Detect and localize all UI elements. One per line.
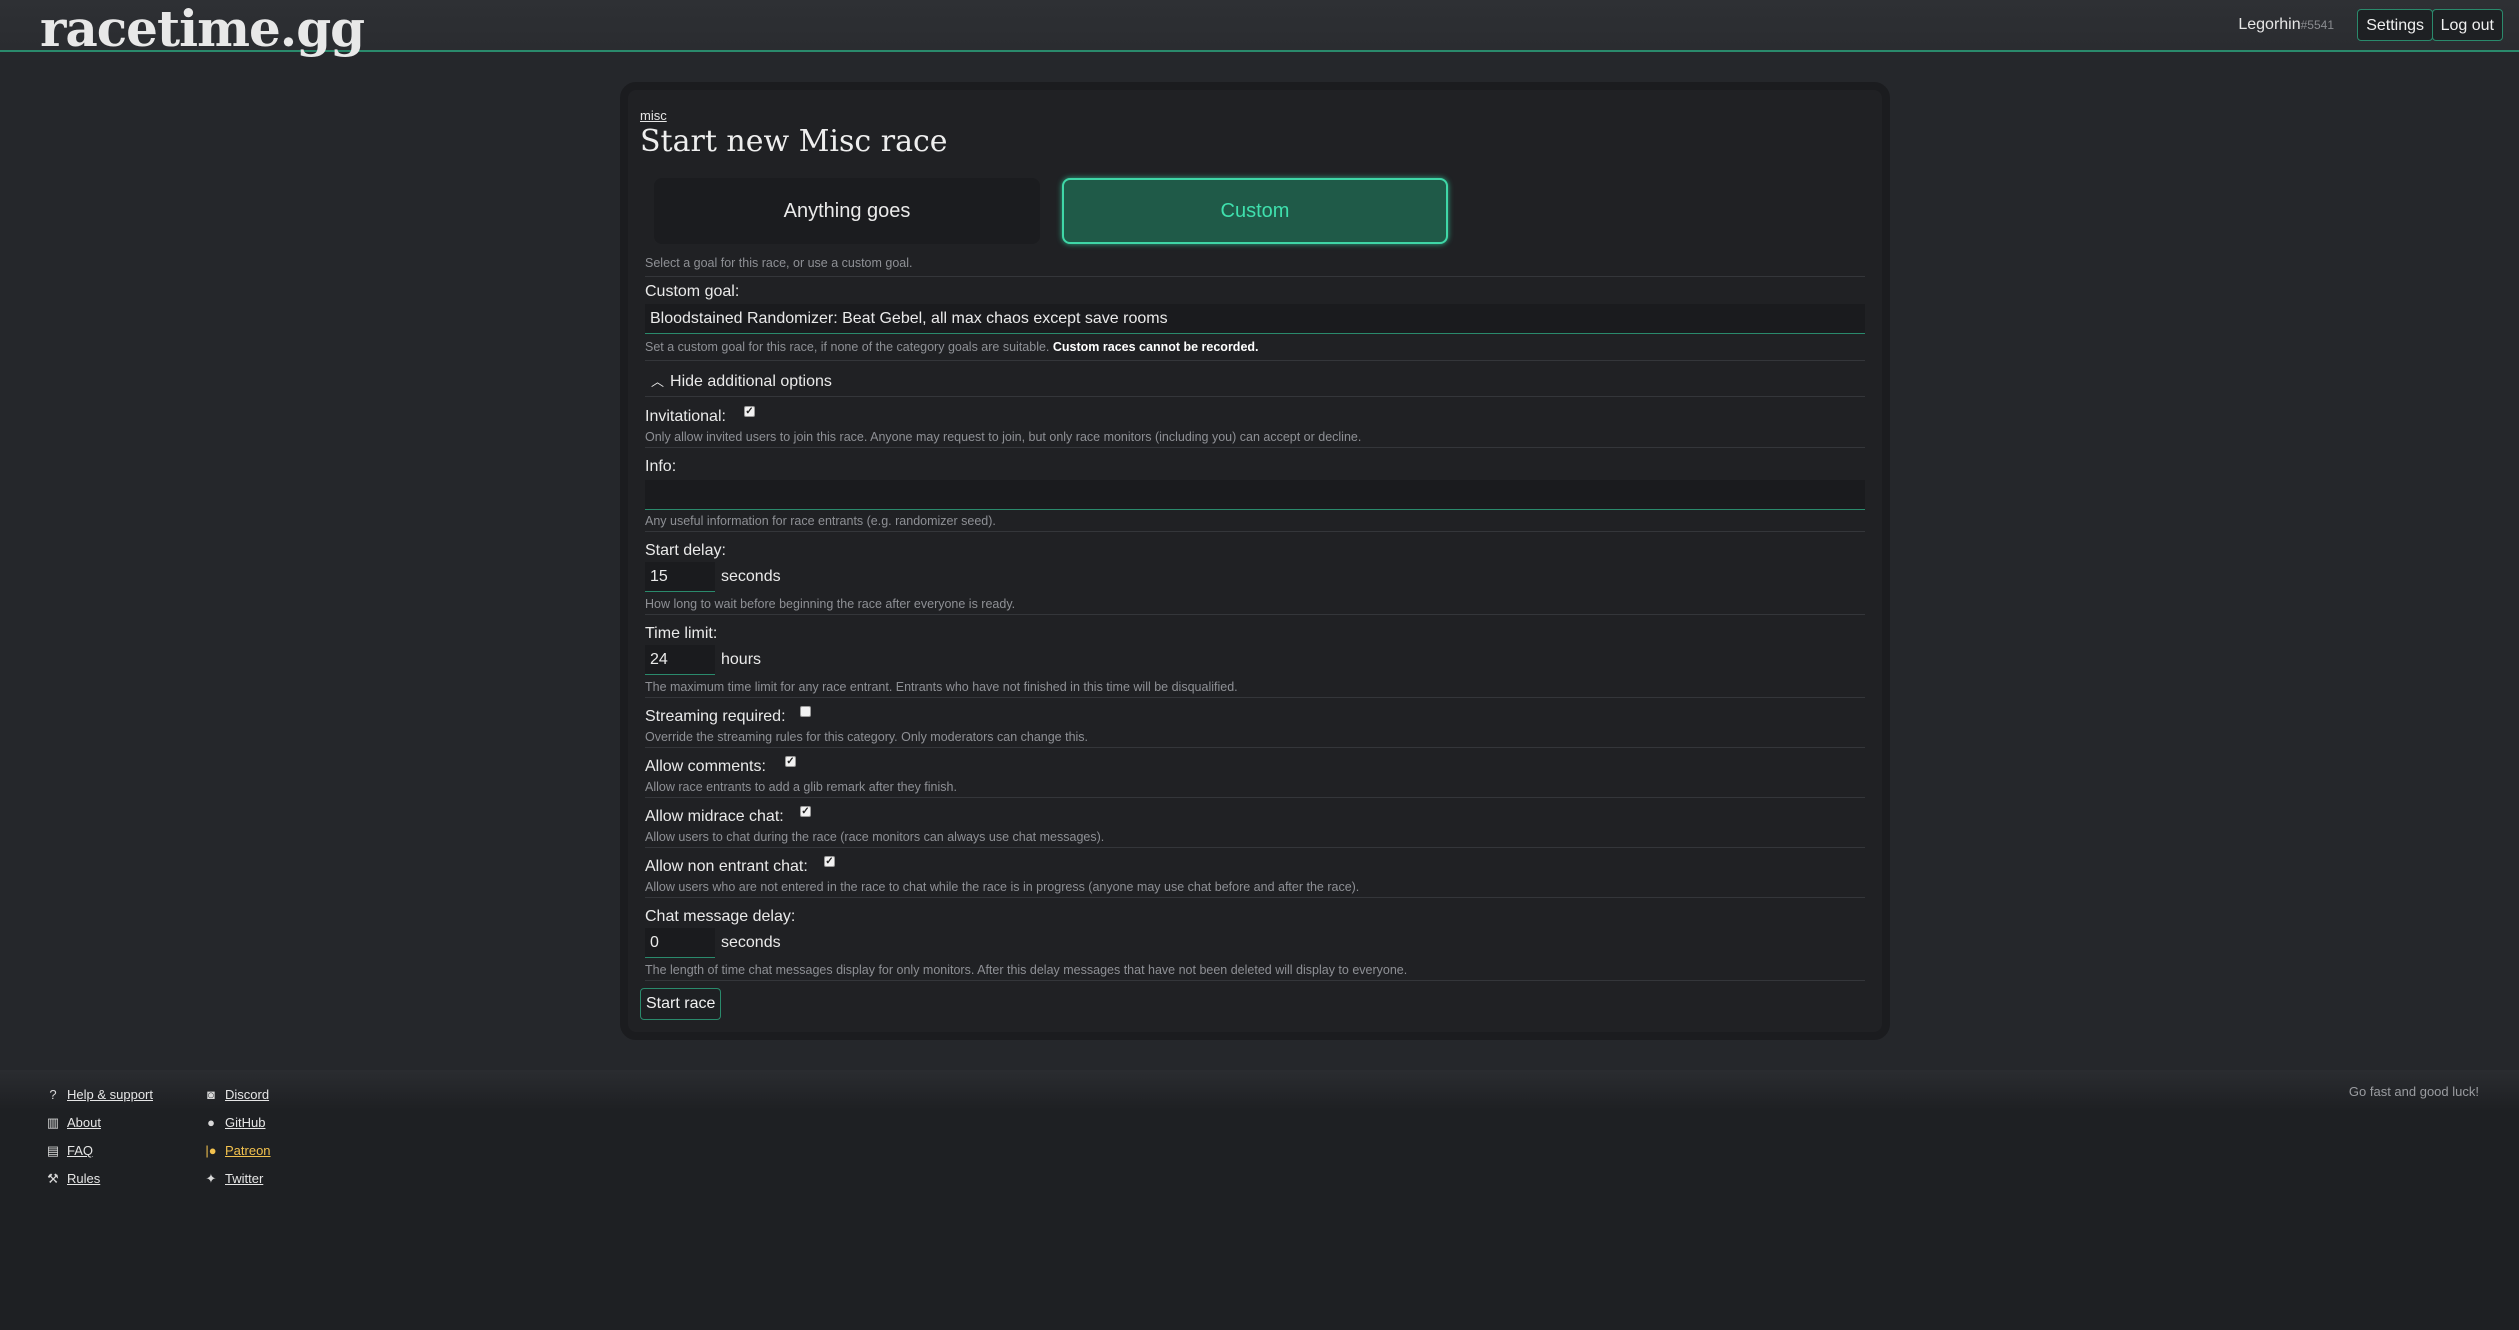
divider [645,396,1865,397]
divider [645,360,1865,361]
time-limit-input[interactable]: 24 [645,645,715,675]
divider [645,531,1865,532]
chat-message-delay-label: Chat message delay: [645,908,796,925]
footer-link-faq[interactable]: ▤ FAQ [45,1143,93,1159]
user-discriminator: #5541 [2300,18,2334,32]
divider [645,697,1865,698]
start-delay-help: How long to wait before beginning the ra… [645,597,1016,611]
goal-custom-button[interactable]: Custom [1062,178,1448,244]
settings-button[interactable]: Settings [2357,9,2433,41]
goal-anything-goes-button[interactable]: Anything goes [654,178,1040,244]
site-footer: ? Help & support ▥ About ▤ FAQ ⚒ Rules ◙ Disc… [0,1070,2519,1330]
github-icon: ● [207,1115,215,1130]
footer-link-twitter[interactable]: ✦ Twitter [203,1171,264,1187]
divider [645,847,1865,848]
chat-bubbles-icon: ▤ [46,1143,60,1158]
footer-link-github[interactable]: ● GitHub [203,1115,265,1130]
start-race-button[interactable]: Start race [640,988,722,1020]
username[interactable]: Legorhin [2238,16,2300,33]
allow-non-entrant-chat-help: Allow users who are not entered in the r… [645,880,1360,894]
footer-tagline: Go fast and good luck! [2348,1084,2479,1099]
footer-link-rules[interactable]: ⚒ Rules [45,1171,100,1187]
chat-message-delay-unit: seconds [721,934,781,951]
custom-goal-label: Custom goal: [645,283,740,300]
allow-midrace-chat-label: Allow midrace chat: [645,808,784,825]
invitational-checkbox[interactable]: ✓ [744,406,755,417]
footer-link-discord[interactable]: ◙ Discord [203,1087,269,1102]
divider [645,797,1865,798]
site-header: racetime.gg Legorhin#5541 Settings Log o… [0,0,2519,58]
chevron-up-icon: ︿ [651,374,665,389]
race-form-panel: misc Start new Misc race Anything goes C… [620,82,1890,1040]
invitational-label: Invitational: [645,408,726,425]
allow-comments-help: Allow race entrants to add a glib remark… [645,780,957,794]
time-limit-label: Time limit: [645,625,718,642]
hide-options-toggle[interactable]: ︿ Hide additional options [645,371,832,391]
allow-midrace-chat-help: Allow users to chat during the race (rac… [645,830,1105,844]
breadcrumb[interactable]: misc [640,108,667,123]
gavel-icon: ⚒ [47,1171,59,1186]
info-label: Info: [645,458,677,475]
time-limit-unit: hours [721,651,762,668]
start-delay-input[interactable]: 15 [645,562,715,592]
building-icon: ▥ [46,1115,60,1130]
info-help: Any useful information for race entrants… [645,514,996,528]
divider [645,897,1865,898]
twitter-icon: ✦ [205,1171,217,1186]
invitational-help: Only allow invited users to join this ra… [645,430,1362,444]
streaming-required-help: Override the streaming rules for this ca… [645,730,1089,744]
allow-comments-label: Allow comments: [645,758,766,775]
allow-comments-checkbox[interactable]: ✓ [785,756,796,767]
site-logo[interactable]: racetime.gg [40,0,365,58]
help-circle-icon: ? [49,1087,57,1102]
discord-icon: ◙ [207,1087,215,1102]
allow-non-entrant-chat-label: Allow non entrant chat: [645,858,808,875]
custom-goal-help: Set a custom goal for this race, if none… [645,340,1259,354]
streaming-required-checkbox[interactable] [800,706,811,717]
footer-link-about[interactable]: ▥ About [45,1115,101,1131]
divider [645,447,1865,448]
allow-midrace-chat-checkbox[interactable]: ✓ [800,806,811,817]
page-title: Start new Misc race [640,124,948,159]
divider [645,747,1865,748]
user-name[interactable]: Legorhin#5541 [2238,16,2334,34]
patreon-icon: |● [205,1143,217,1158]
info-input[interactable] [645,480,1865,510]
allow-non-entrant-chat-checkbox[interactable]: ✓ [824,856,835,867]
divider [645,614,1865,615]
divider [645,276,1865,277]
start-delay-label: Start delay: [645,542,726,559]
goal-help: Select a goal for this race, or use a cu… [645,256,913,270]
footer-link-patreon[interactable]: |● Patreon [203,1143,270,1158]
logout-button[interactable]: Log out [2431,9,2503,41]
chat-message-delay-input[interactable]: 0 [645,928,715,958]
chat-message-delay-help: The length of time chat messages display… [645,963,1408,977]
custom-goal-input[interactable]: Bloodstained Randomizer: Beat Gebel, all… [645,304,1865,334]
start-delay-unit: seconds [721,568,781,585]
time-limit-help: The maximum time limit for any race entr… [645,680,1238,694]
footer-link-help[interactable]: ? Help & support [45,1087,153,1102]
divider [645,980,1865,981]
streaming-required-label: Streaming required: [645,708,786,725]
